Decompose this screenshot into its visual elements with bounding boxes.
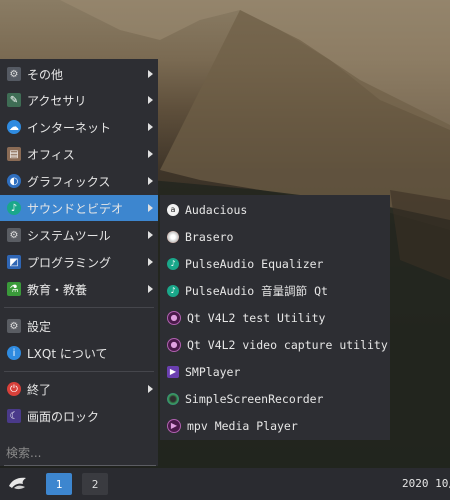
menu-item-label: グラフィックス: [27, 174, 111, 189]
menu-item-label: 画面のロック: [27, 409, 100, 424]
menu-item-label: プログラミング: [27, 255, 112, 270]
desktop-1-button[interactable]: 1: [46, 473, 72, 495]
qv4l2-icon: ●: [167, 310, 181, 325]
search-input[interactable]: [6, 446, 146, 460]
smplayer-icon: ▶: [167, 365, 179, 378]
menu-item-label: 教育・教養: [27, 282, 88, 297]
ssr-icon: [167, 392, 179, 405]
menu-search-box: [0, 440, 158, 466]
chevron-right-icon: [148, 70, 153, 78]
menu-item-accessories[interactable]: ✎ アクセサリ: [0, 87, 158, 113]
menu-item-education[interactable]: ⚗ 教育・教養: [0, 276, 158, 302]
mpv-icon: ▶: [167, 418, 181, 433]
submenu-item-label: PulseAudio 音量調節 Qt: [185, 283, 328, 298]
menu-item-label: LXQt について: [27, 346, 108, 361]
menu-item-internet[interactable]: ☁ インターネット: [0, 114, 158, 140]
submenu-item-brasero[interactable]: Brasero: [160, 223, 390, 250]
menu-item-sound-video[interactable]: ♪ サウンドとビデオ: [0, 195, 158, 221]
chevron-right-icon: [148, 204, 153, 212]
menu-item-programming[interactable]: ◩ プログラミング: [0, 249, 158, 275]
submenu-item-label: Qt V4L2 video capture utility: [187, 337, 388, 352]
menu-item-label: システムツール: [27, 228, 111, 243]
menu-item-about[interactable]: i LXQt について: [0, 340, 158, 366]
system-gear-icon: ⚙: [7, 228, 21, 242]
chevron-right-icon: [148, 231, 153, 239]
chevron-right-icon: [148, 150, 153, 158]
chevron-right-icon: [148, 177, 153, 185]
submenu-item-label: mpv Media Player: [187, 418, 298, 433]
desktop-2-button[interactable]: 2: [82, 473, 108, 495]
submenu-item-smplayer[interactable]: ▶ SMPlayer: [160, 358, 390, 385]
accessories-icon: ✎: [7, 93, 21, 107]
sound-video-submenu: a Audacious Brasero ♪ PulseAudio Equaliz…: [160, 195, 390, 440]
submenu-item-label: SimpleScreenRecorder: [185, 391, 324, 406]
submenu-item-label: Audacious: [185, 202, 248, 217]
chevron-right-icon: [148, 96, 153, 104]
menu-item-label: サウンドとビデオ: [27, 201, 124, 216]
flask-icon: ⚗: [7, 282, 21, 296]
clock[interactable]: 2020 10/: [402, 477, 450, 490]
submenu-item-label: PulseAudio Equalizer: [185, 256, 324, 271]
menu-item-graphics[interactable]: ◐ グラフィックス: [0, 168, 158, 194]
submenu-item-label: Brasero: [185, 229, 234, 244]
submenu-item-simplescreenrecorder[interactable]: SimpleScreenRecorder: [160, 385, 390, 412]
menu-item-settings[interactable]: ⚙ 設定: [0, 313, 158, 339]
menu-item-label: その他: [27, 67, 64, 82]
chevron-right-icon: [148, 123, 153, 131]
menu-separator: [4, 371, 154, 372]
taskbar: 1 2 2020 10/: [0, 468, 450, 500]
pulseaudio-icon: ♪: [167, 257, 179, 270]
audacious-icon: a: [167, 203, 179, 216]
settings-gear-icon: ⚙: [7, 319, 21, 333]
pulseaudio-icon: ♪: [167, 284, 179, 297]
submenu-item-label: Qt V4L2 test Utility: [187, 310, 326, 325]
menu-item-label: インターネット: [27, 120, 112, 135]
search-underline: [4, 465, 156, 466]
submenu-item-qv4l2-capture[interactable]: ● Qt V4L2 video capture utility: [160, 331, 390, 358]
office-icon: ▤: [7, 147, 21, 161]
menu-item-label: 終了: [27, 382, 52, 397]
info-icon: i: [7, 346, 21, 360]
programming-icon: ◩: [7, 255, 21, 269]
menu-item-system-tools[interactable]: ⚙ システムツール: [0, 222, 158, 248]
graphics-icon: ◐: [7, 174, 21, 188]
menu-item-shutdown[interactable]: ⏻ 終了: [0, 376, 158, 402]
sound-icon: ♪: [7, 201, 21, 215]
gear-icon: ⚙: [7, 67, 21, 81]
chevron-right-icon: [148, 258, 153, 266]
menu-item-other[interactable]: ⚙ その他: [0, 61, 158, 87]
start-menu-button[interactable]: [6, 472, 32, 496]
menu-item-label: アクセサリ: [27, 93, 87, 108]
menu-item-lock-screen[interactable]: ☾ 画面のロック: [0, 403, 158, 429]
menu-item-label: オフィス: [27, 147, 75, 162]
menu-item-office[interactable]: ▤ オフィス: [0, 141, 158, 167]
power-icon: ⏻: [7, 382, 21, 396]
menu-separator: [4, 307, 154, 308]
submenu-item-label: SMPlayer: [185, 364, 241, 379]
submenu-item-pulseaudio-volume[interactable]: ♪ PulseAudio 音量調節 Qt: [160, 277, 390, 304]
cloud-icon: ☁: [7, 120, 21, 134]
application-menu: ⚙ その他 ✎ アクセサリ ☁ インターネット ▤ オフィス ◐ グラフィックス…: [0, 59, 158, 466]
chevron-right-icon: [148, 385, 153, 393]
submenu-item-mpv[interactable]: ▶ mpv Media Player: [160, 412, 390, 439]
submenu-item-qv4l2-test[interactable]: ● Qt V4L2 test Utility: [160, 304, 390, 331]
chevron-right-icon: [148, 285, 153, 293]
submenu-item-pulseaudio-equalizer[interactable]: ♪ PulseAudio Equalizer: [160, 250, 390, 277]
qv4l2-icon: ●: [167, 337, 181, 352]
lock-screen-icon: ☾: [7, 409, 21, 423]
brasero-icon: [167, 230, 179, 243]
menu-item-label: 設定: [27, 319, 52, 334]
submenu-item-audacious[interactable]: a Audacious: [160, 196, 390, 223]
